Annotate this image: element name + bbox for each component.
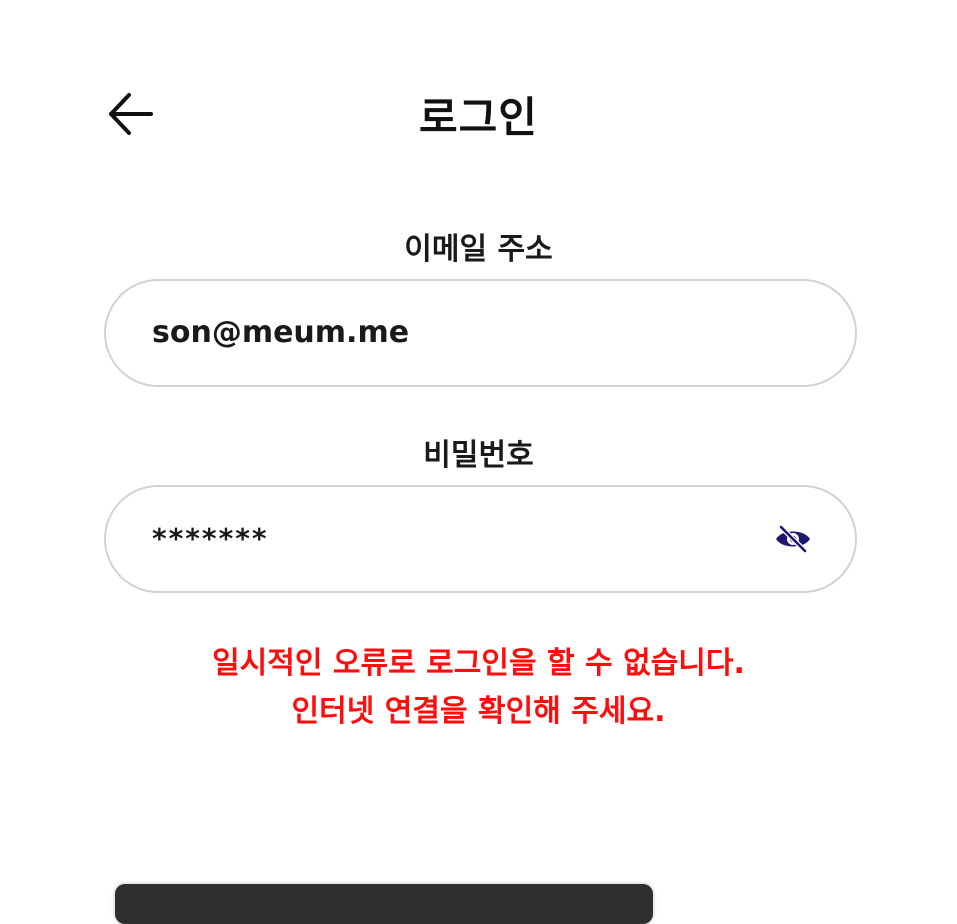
password-visibility-toggle[interactable]	[773, 521, 813, 557]
page-title: 로그인	[419, 93, 538, 142]
password-label: 비밀번호	[423, 438, 534, 473]
eye-off-icon	[776, 524, 810, 554]
login-button[interactable]	[115, 884, 653, 924]
password-input[interactable]: *******	[152, 487, 752, 591]
error-message-line-1: 일시적인 오류로 로그인을 할 수 없습니다.	[212, 646, 745, 681]
error-message-line-2: 인터넷 연결을 확인해 주세요.	[291, 694, 666, 729]
password-field[interactable]: *******	[104, 485, 857, 593]
header: 로그인	[0, 70, 957, 160]
email-input[interactable]	[152, 281, 752, 385]
email-label: 이메일 주소	[404, 232, 553, 267]
email-field[interactable]	[104, 279, 857, 387]
error-message: 일시적인 오류로 로그인을 할 수 없습니다. 인터넷 연결을 확인해 주세요.	[0, 640, 957, 736]
